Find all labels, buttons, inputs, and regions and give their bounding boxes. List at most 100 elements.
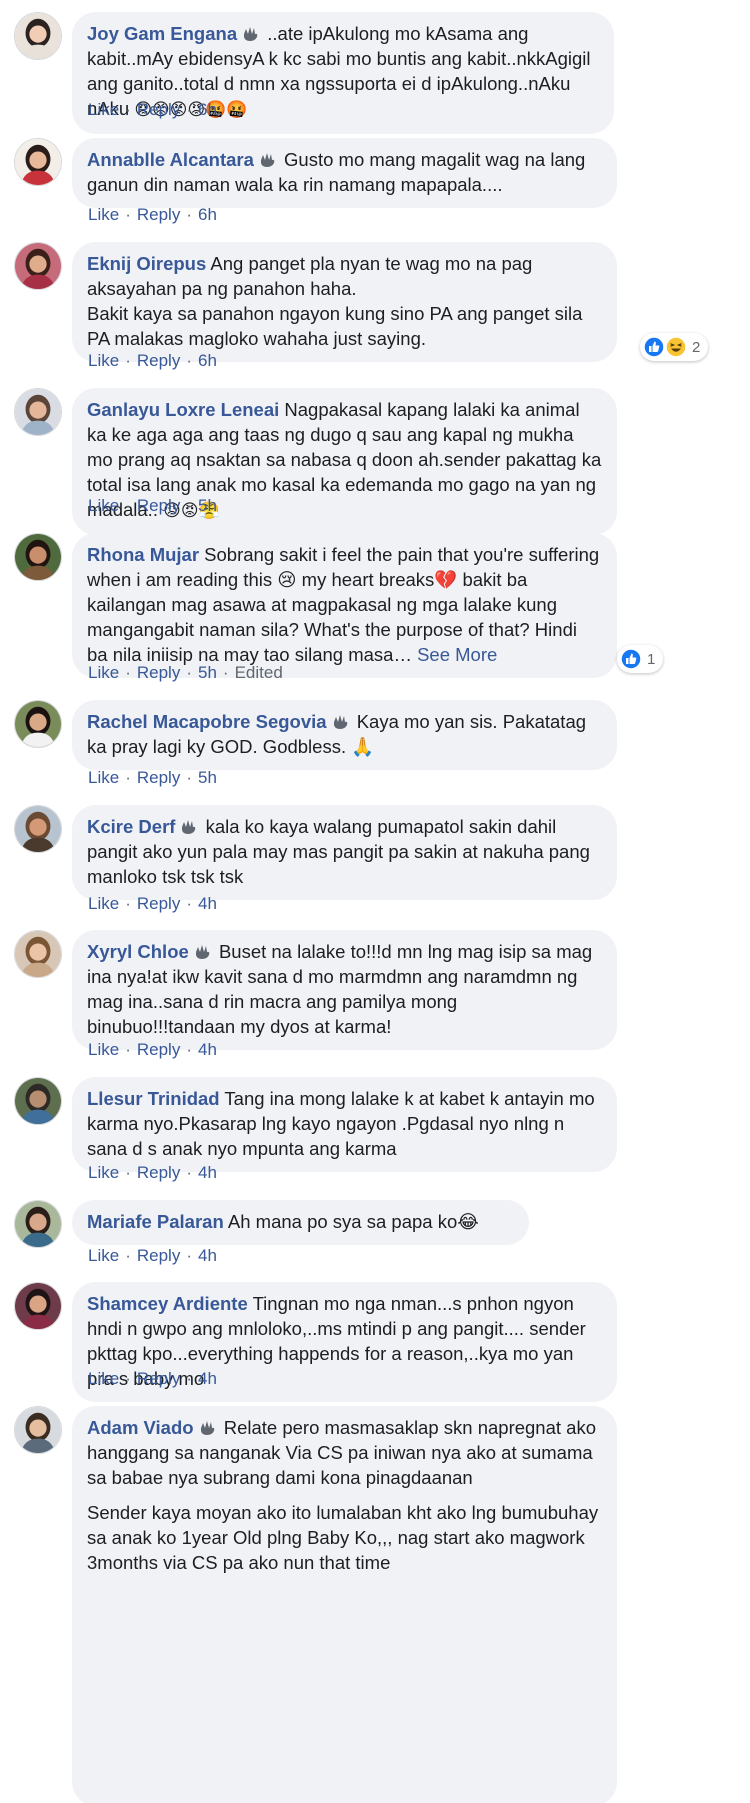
timestamp-link[interactable]: 6h (198, 351, 217, 370)
timestamp-link[interactable]: 4h (198, 894, 217, 913)
avatar[interactable] (14, 1282, 62, 1330)
timestamp-link[interactable]: 4h (198, 1040, 217, 1059)
separator-dot: · (186, 1040, 192, 1059)
comment-text-paragraph-2: Bakit kaya sa panahon ngayon kung sino P… (87, 303, 583, 349)
like-icon (643, 336, 665, 358)
like-button[interactable]: Like (88, 1246, 119, 1265)
separator-dot: · (125, 894, 131, 913)
like-button[interactable]: Like (88, 351, 119, 370)
avatar[interactable] (14, 700, 62, 748)
avatar[interactable] (14, 1077, 62, 1125)
timestamp-link[interactable]: 5h (198, 496, 217, 515)
comment-author-link[interactable]: Llesur Trinidad (87, 1088, 220, 1109)
timestamp-link[interactable]: 4h (198, 1163, 217, 1182)
comment-bubble: Mariafe Palaran Ah mana po sya sa papa k… (72, 1200, 529, 1245)
separator-dot: · (186, 100, 192, 119)
separator-dot: · (186, 1369, 192, 1388)
like-button[interactable]: Like (88, 1040, 119, 1059)
avatar[interactable] (14, 805, 62, 853)
reply-button[interactable]: Reply (137, 1040, 180, 1059)
separator-dot: · (125, 100, 131, 119)
separator-dot: · (222, 663, 229, 682)
comment-author-link[interactable]: Annablle Alcantara (87, 149, 254, 170)
comment-bubble: Rhona Mujar Sobrang sakit i feel the pai… (72, 533, 617, 678)
comment-actions: Like · Reply · 4h (88, 894, 217, 914)
like-button[interactable]: Like (88, 100, 119, 119)
separator-dot: · (186, 351, 192, 370)
timestamp-link[interactable]: 5h (198, 768, 217, 787)
avatar[interactable] (14, 930, 62, 978)
timestamp-link[interactable]: 6h (198, 205, 217, 224)
comment-author-link[interactable]: Xyryl Chloe (87, 941, 189, 962)
avatar[interactable] (14, 138, 62, 186)
avatar[interactable] (14, 1406, 62, 1454)
comment-bubble: Llesur Trinidad Tang ina mong lalake k a… (72, 1077, 617, 1172)
avatar[interactable] (14, 242, 62, 290)
separator-dot: · (186, 1246, 192, 1265)
reply-button[interactable]: Reply (137, 351, 180, 370)
like-button[interactable]: Like (88, 496, 119, 515)
like-button[interactable]: Like (88, 768, 119, 787)
timestamp-link[interactable]: 4h (198, 1369, 217, 1388)
reaction-count: 2 (692, 338, 701, 356)
comment-author-link[interactable]: Rhona Mujar (87, 544, 199, 565)
reply-button[interactable]: Reply (137, 1163, 180, 1182)
separator-dot: · (125, 768, 131, 787)
like-button[interactable]: Like (88, 205, 119, 224)
avatar[interactable] (14, 1200, 62, 1248)
top-fan-badge-icon (258, 151, 277, 168)
like-button[interactable]: Like (88, 1369, 119, 1388)
timestamp-link[interactable]: 6h (198, 100, 217, 119)
comment-bubble: Eknij Oirepus Ang panget pla nyan te wag… (72, 242, 617, 362)
separator-dot: · (125, 1369, 131, 1388)
avatar[interactable] (14, 12, 62, 60)
reply-button[interactable]: Reply (137, 768, 180, 787)
comment-author-link[interactable]: Adam Viado (87, 1417, 194, 1438)
comment-actions: Like · Reply · 5h · Edited (88, 663, 283, 683)
comment-author-link[interactable]: Rachel Macapobre Segovia (87, 711, 327, 732)
separator-dot: · (186, 1163, 192, 1182)
comment-author-link[interactable]: Shamcey Ardiente (87, 1293, 248, 1314)
edited-label[interactable]: Edited (235, 663, 283, 682)
separator-dot: · (186, 205, 192, 224)
comment-actions: Like · Reply · 4h (88, 1246, 217, 1266)
reply-button[interactable]: Reply (137, 894, 180, 913)
haha-icon (665, 336, 687, 358)
like-button[interactable]: Like (88, 894, 119, 913)
like-button[interactable]: Like (88, 1163, 119, 1182)
comment-bubble: Annablle Alcantara Gusto mo mang magalit… (72, 138, 617, 208)
reply-button[interactable]: Reply (137, 205, 180, 224)
top-fan-badge-icon (331, 713, 350, 730)
timestamp-link[interactable]: 4h (198, 1246, 217, 1265)
separator-dot: · (125, 1246, 131, 1265)
comment-actions: Like · Reply · 4h (88, 1040, 217, 1060)
comment-text-paragraph-2: Sender kaya moyan ako ito lumalaban kht … (87, 1502, 599, 1573)
top-fan-badge-icon (179, 818, 198, 835)
comment-bubble: Kcire Derf kala ko kaya walang pumapatol… (72, 805, 617, 900)
separator-dot: · (186, 496, 192, 515)
comment-author-link[interactable]: Ganlayu Loxre Leneai (87, 399, 279, 420)
reply-button[interactable]: Reply (137, 663, 180, 682)
avatar[interactable] (14, 388, 62, 436)
comment-author-link[interactable]: Eknij Oirepus (87, 253, 206, 274)
timestamp-link[interactable]: 5h (198, 663, 217, 682)
reactions-summary[interactable]: 1 (617, 645, 664, 673)
separator-dot: · (186, 663, 192, 682)
reply-button[interactable]: Reply (137, 1246, 180, 1265)
comment-author-link[interactable]: Joy Gam Engana (87, 23, 237, 44)
like-button[interactable]: Like (88, 663, 119, 682)
comment-author-link[interactable]: Mariafe Palaran (87, 1211, 224, 1232)
like-icon (620, 648, 642, 670)
comment-actions: Like · Reply · 6h (88, 351, 217, 371)
reply-button[interactable]: Reply (137, 1369, 180, 1388)
avatar[interactable] (14, 533, 62, 581)
separator-dot: · (125, 496, 131, 515)
reactions-summary[interactable]: 2 (640, 333, 709, 361)
top-fan-badge-icon (193, 943, 212, 960)
reply-button[interactable]: Reply (137, 496, 180, 515)
reply-button[interactable]: Reply (137, 100, 180, 119)
comment-author-link[interactable]: Kcire Derf (87, 816, 175, 837)
separator-dot: · (125, 1163, 131, 1182)
comment-bubble: Rachel Macapobre Segovia Kaya mo yan sis… (72, 700, 617, 770)
see-more-link[interactable]: See More (417, 644, 497, 665)
